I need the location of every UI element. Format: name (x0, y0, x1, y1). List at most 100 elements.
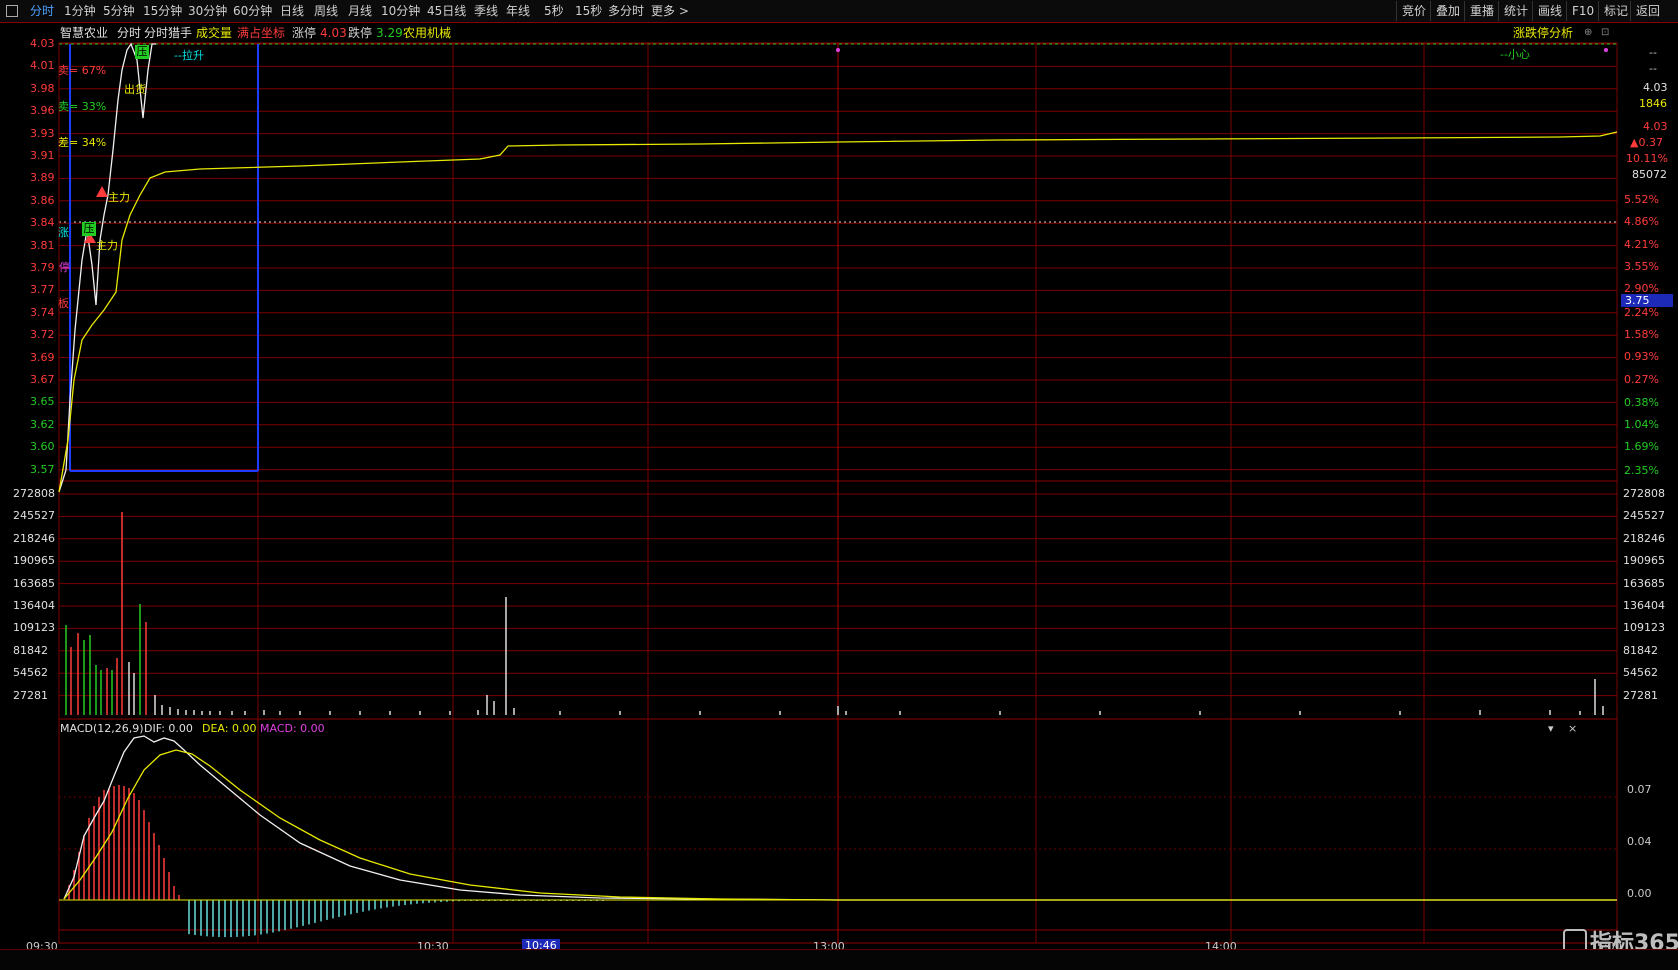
settings-icon[interactable]: ⊕ (1584, 24, 1592, 42)
macd-axis-2: 0.04 (1627, 835, 1652, 848)
macd-axis-3: 0.00 (1627, 887, 1652, 900)
sell-ratio-1: 卖= 67% (58, 64, 107, 77)
quote-volume: 1846 (1639, 97, 1667, 110)
price-tick-17: 3.62 (30, 417, 55, 431)
main-force-tag-2: 主力 (96, 239, 118, 252)
quote-price: 4.03 (1643, 81, 1668, 94)
volume-tick-right-7: 81842 (1623, 643, 1658, 657)
volume-tick-right-4: 163685 (1623, 576, 1665, 590)
volume-tick-left-9: 27281 (13, 688, 48, 702)
price-tick-6: 3.89 (30, 171, 55, 185)
dea-line (63, 749, 1617, 901)
macd-close-icon[interactable]: × (1568, 721, 1577, 737)
volume-tick-left-0: 272808 (13, 487, 55, 500)
volume-tick-left-5: 136404 (13, 599, 55, 612)
volume-tick-left-3: 190965 (13, 554, 55, 568)
pct-tick-7: 0.93% (1624, 350, 1659, 363)
sell-ratio-2: 卖= 33% (58, 100, 107, 113)
price-tick-3: 3.96 (30, 104, 55, 118)
volume-tick-right-8: 54562 (1623, 666, 1658, 680)
volume-tick-right-6: 109123 (1623, 621, 1665, 635)
diff-ratio: 差= 34% (58, 136, 107, 149)
buy-arrow-1 (96, 186, 108, 197)
quote-dash-2: -- (1649, 62, 1657, 75)
volume-tick-right-0: 272808 (1623, 487, 1665, 500)
quote-change-pct: 10.11% (1626, 152, 1668, 165)
price-tick-18: 3.60 (30, 440, 55, 454)
pull-up-legend: --拉升 (174, 49, 204, 62)
ship-out-tag: 出货 (124, 83, 146, 96)
status-bar (0, 949, 1678, 970)
price-tick-14: 3.69 (30, 350, 55, 364)
price-tick-8: 3.84 (30, 216, 55, 230)
limit-up-char-1: 涨 (58, 226, 69, 239)
macd-value: MACD: 0.00 (260, 722, 325, 735)
price-tick-13: 3.72 (30, 328, 55, 342)
pct-tick-9: 0.38% (1624, 396, 1659, 409)
pct-tick-0: 5.52% (1624, 193, 1659, 206)
volume-tick-left-2: 218246 (13, 531, 55, 545)
quote-amount: 85072 (1632, 168, 1667, 181)
coord-label[interactable]: 满占坐标 (237, 24, 285, 42)
volume-tick-right-1: 245527 (1623, 509, 1665, 523)
price-tick-2: 3.98 (30, 81, 55, 95)
volume-tick-left-1: 245527 (13, 509, 55, 523)
volume-tick-right-3: 190965 (1623, 554, 1665, 568)
macd-title[interactable]: MACD(12,26,9) (60, 721, 144, 737)
price-tick-0: 4.03 (30, 37, 55, 50)
volume-tick-left-6: 109123 (13, 621, 55, 635)
price-tick-9: 3.81 (30, 238, 55, 252)
macd-dropdown-icon[interactable]: ▾ (1548, 721, 1554, 737)
volume-tick-right-9: 27281 (1623, 688, 1658, 702)
pct-tick-1: 4.86% (1624, 215, 1659, 228)
volume-tick-left-4: 163685 (13, 576, 55, 590)
volume-tick-right-5: 136404 (1623, 599, 1665, 612)
price-tick-7: 3.86 (30, 193, 55, 207)
limit-up-char-2: 停 (59, 261, 70, 274)
macd-axis-1: 0.07 (1627, 783, 1652, 796)
mode-label[interactable]: 分时 (117, 24, 141, 42)
dif-line (63, 735, 1617, 901)
price-tick-11: 3.77 (30, 283, 55, 297)
quote-change: ▲0.37 (1630, 136, 1663, 149)
volume-label: 成交量 (196, 26, 233, 40)
close-panel-icon[interactable]: ⊡ (1601, 24, 1609, 42)
price-tick-12: 3.74 (30, 305, 55, 319)
volume-tick-right-2: 218246 (1623, 531, 1665, 545)
price-tick-5: 3.91 (30, 149, 55, 162)
press-badge-1: 压 (135, 45, 149, 59)
intraday-chart[interactable] (0, 0, 1678, 969)
indicator-label[interactable]: 分时猎手 (144, 24, 192, 42)
limit-up-value: 4.03 (320, 26, 347, 40)
pct-tick-5: 2.24% (1624, 306, 1659, 319)
limit-up-label: 涨停 (292, 26, 317, 40)
volume-tick-left-8: 54562 (13, 666, 48, 680)
price-tick-15: 3.67 (30, 373, 55, 386)
careful-legend: --小心 (1500, 48, 1530, 61)
main-force-tag-1: 主力 (108, 191, 130, 204)
pct-tick-12: 2.35% (1624, 464, 1659, 477)
pct-tick-3: 3.55% (1624, 260, 1659, 273)
industry-label[interactable]: 农用机械 (403, 24, 451, 42)
pct-tick-2: 4.21% (1624, 238, 1659, 251)
pct-tick-8: 0.27% (1624, 373, 1659, 386)
marker-dot (1604, 48, 1608, 52)
marker-dot (836, 48, 840, 52)
macd-dif: DIF: 0.00 (144, 722, 193, 735)
price-tick-1: 4.01 (30, 59, 55, 73)
quote-dash-1: -- (1649, 46, 1657, 59)
pct-tick-11: 1.69% (1624, 440, 1659, 453)
limit-down-value: 3.29 (376, 26, 403, 40)
limit-up-char-3: 板 (58, 297, 69, 310)
quote-price-2: 4.03 (1643, 120, 1668, 133)
pct-tick-10: 1.04% (1624, 418, 1659, 431)
limit-down-label: 跌停 (348, 26, 373, 40)
cursor-price-badge: 3.75 (1621, 294, 1673, 307)
macd-dea: DEA: 0.00 (202, 722, 257, 735)
volume-tick-left-7: 81842 (13, 643, 48, 657)
price-tick-4: 3.93 (30, 126, 55, 140)
price-tick-19: 3.57 (30, 462, 55, 476)
price-tick-10: 3.79 (30, 261, 55, 274)
press-badge-2: 压 (82, 222, 96, 236)
limit-analysis-link[interactable]: 涨跌停分析 (1513, 24, 1573, 42)
